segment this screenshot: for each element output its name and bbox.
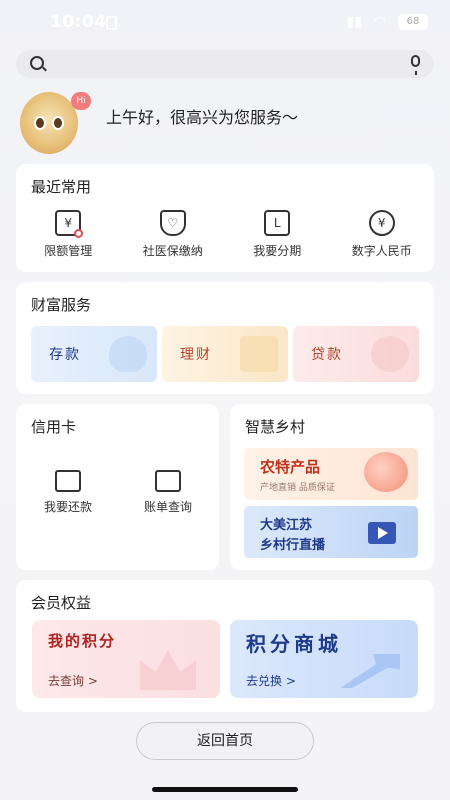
search-icon xyxy=(30,56,44,70)
smart-rural-card: 智慧乡村 农特产品 产地直销 品质保证 大美江苏 乡村行直播 xyxy=(230,404,434,570)
credit-card-card: 信用卡 我要还款 账单查询 xyxy=(16,404,219,570)
repay-label: 我要还款 xyxy=(43,500,92,514)
loan-label: 贷款 xyxy=(311,347,343,363)
live-stream-banner[interactable]: 大美江苏 乡村行直播 xyxy=(244,506,418,558)
recent-item-label: 我要分期 xyxy=(253,244,302,258)
microphone-icon[interactable] xyxy=(411,55,420,75)
recent-item-insurance[interactable]: ♡ 社医保缴纳 xyxy=(121,210,226,259)
live-stream-line2: 乡村行直播 xyxy=(260,538,326,553)
avatar-eye xyxy=(34,116,46,130)
credit-card-icon xyxy=(55,470,81,492)
hi-badge: Hi xyxy=(71,92,91,110)
points-query-link[interactable]: 去查询 > xyxy=(48,672,98,689)
loan-tile[interactable]: 贷款 xyxy=(293,326,419,382)
peach-icon xyxy=(364,452,408,492)
social-insurance-icon: ♡ xyxy=(159,210,186,236)
status-icons: ▮▮ ◠ 68 xyxy=(346,14,428,30)
wifi-icon: ◠ xyxy=(373,14,386,30)
coin-stack-icon xyxy=(371,336,409,372)
wallet-icon xyxy=(240,336,278,372)
greeting-section: Hi 上午好，很高兴为您服务～ xyxy=(18,90,438,158)
bill-query-button[interactable]: 账单查询 xyxy=(128,470,208,515)
arrow-icon xyxy=(340,654,400,688)
wealth-service-card: 财富服务 存款 理财 贷款 xyxy=(16,282,434,394)
rural-title: 智慧乡村 xyxy=(245,418,306,436)
video-camera-icon xyxy=(368,522,396,544)
farm-products-title: 农特产品 xyxy=(260,458,321,476)
live-stream-line1: 大美江苏 xyxy=(260,518,313,533)
farm-products-subtitle: 产地直销 品质保证 xyxy=(260,483,335,493)
assistant-avatar[interactable] xyxy=(20,92,78,154)
my-points-tile[interactable]: 我的积分 去查询 > xyxy=(32,620,220,698)
credit-title: 信用卡 xyxy=(31,418,77,436)
farm-products-banner[interactable]: 农特产品 产地直销 品质保证 xyxy=(244,448,418,500)
finance-tile[interactable]: 理财 xyxy=(162,326,288,382)
money-bag-icon xyxy=(109,336,147,372)
wealth-title: 财富服务 xyxy=(31,296,92,314)
recent-item-label: 社医保缴纳 xyxy=(142,244,203,258)
sim-icon xyxy=(106,16,117,30)
points-mall-title: 积分商城 xyxy=(246,632,342,656)
repay-button[interactable]: 我要还款 xyxy=(28,470,108,515)
recent-item-installment[interactable]: L 我要分期 xyxy=(225,210,330,259)
redeem-link[interactable]: 去兑换 > xyxy=(246,672,296,689)
avatar-eye xyxy=(52,116,64,130)
recent-item-label: 限额管理 xyxy=(44,244,93,258)
status-time: 10:04 xyxy=(50,12,107,32)
recent-item-digital-rmb[interactable]: ¥ 数字人民币 xyxy=(330,210,435,259)
limit-management-icon: ¥ xyxy=(55,210,84,238)
recent-title: 最近常用 xyxy=(31,178,92,196)
points-mall-tile[interactable]: 积分商城 去兑换 > xyxy=(230,620,418,698)
my-points-title: 我的积分 xyxy=(48,632,117,650)
battery-icon: 68 xyxy=(398,14,428,30)
signal-icon: ▮▮ xyxy=(346,14,362,30)
member-benefits-card: 会员权益 我的积分 去查询 > 积分商城 去兑换 > xyxy=(16,580,434,712)
status-bar: 10:04 ▮▮ ◠ 68 xyxy=(0,0,450,46)
deposit-tile[interactable]: 存款 xyxy=(31,326,157,382)
installment-calendar-icon: L xyxy=(264,210,291,236)
member-title: 会员权益 xyxy=(31,594,92,612)
recent-item-label: 数字人民币 xyxy=(351,244,412,258)
home-indicator[interactable] xyxy=(152,787,298,792)
crown-icon xyxy=(140,650,196,690)
deposit-label: 存款 xyxy=(49,347,81,363)
bill-icon xyxy=(155,470,181,492)
greeting-text: 上午好，很高兴为您服务～ xyxy=(106,108,299,127)
recent-item-limit[interactable]: ¥ 限额管理 xyxy=(16,210,121,259)
finance-label: 理财 xyxy=(180,347,212,363)
bill-label: 账单查询 xyxy=(143,500,192,514)
search-bar[interactable] xyxy=(16,50,434,78)
back-home-button[interactable]: 返回首页 xyxy=(136,722,314,760)
recent-used-card: 最近常用 ¥ 限额管理 ♡ 社医保缴纳 L 我要分期 ¥ 数字人民币 xyxy=(16,164,434,272)
digital-rmb-icon: ¥ xyxy=(368,210,395,236)
